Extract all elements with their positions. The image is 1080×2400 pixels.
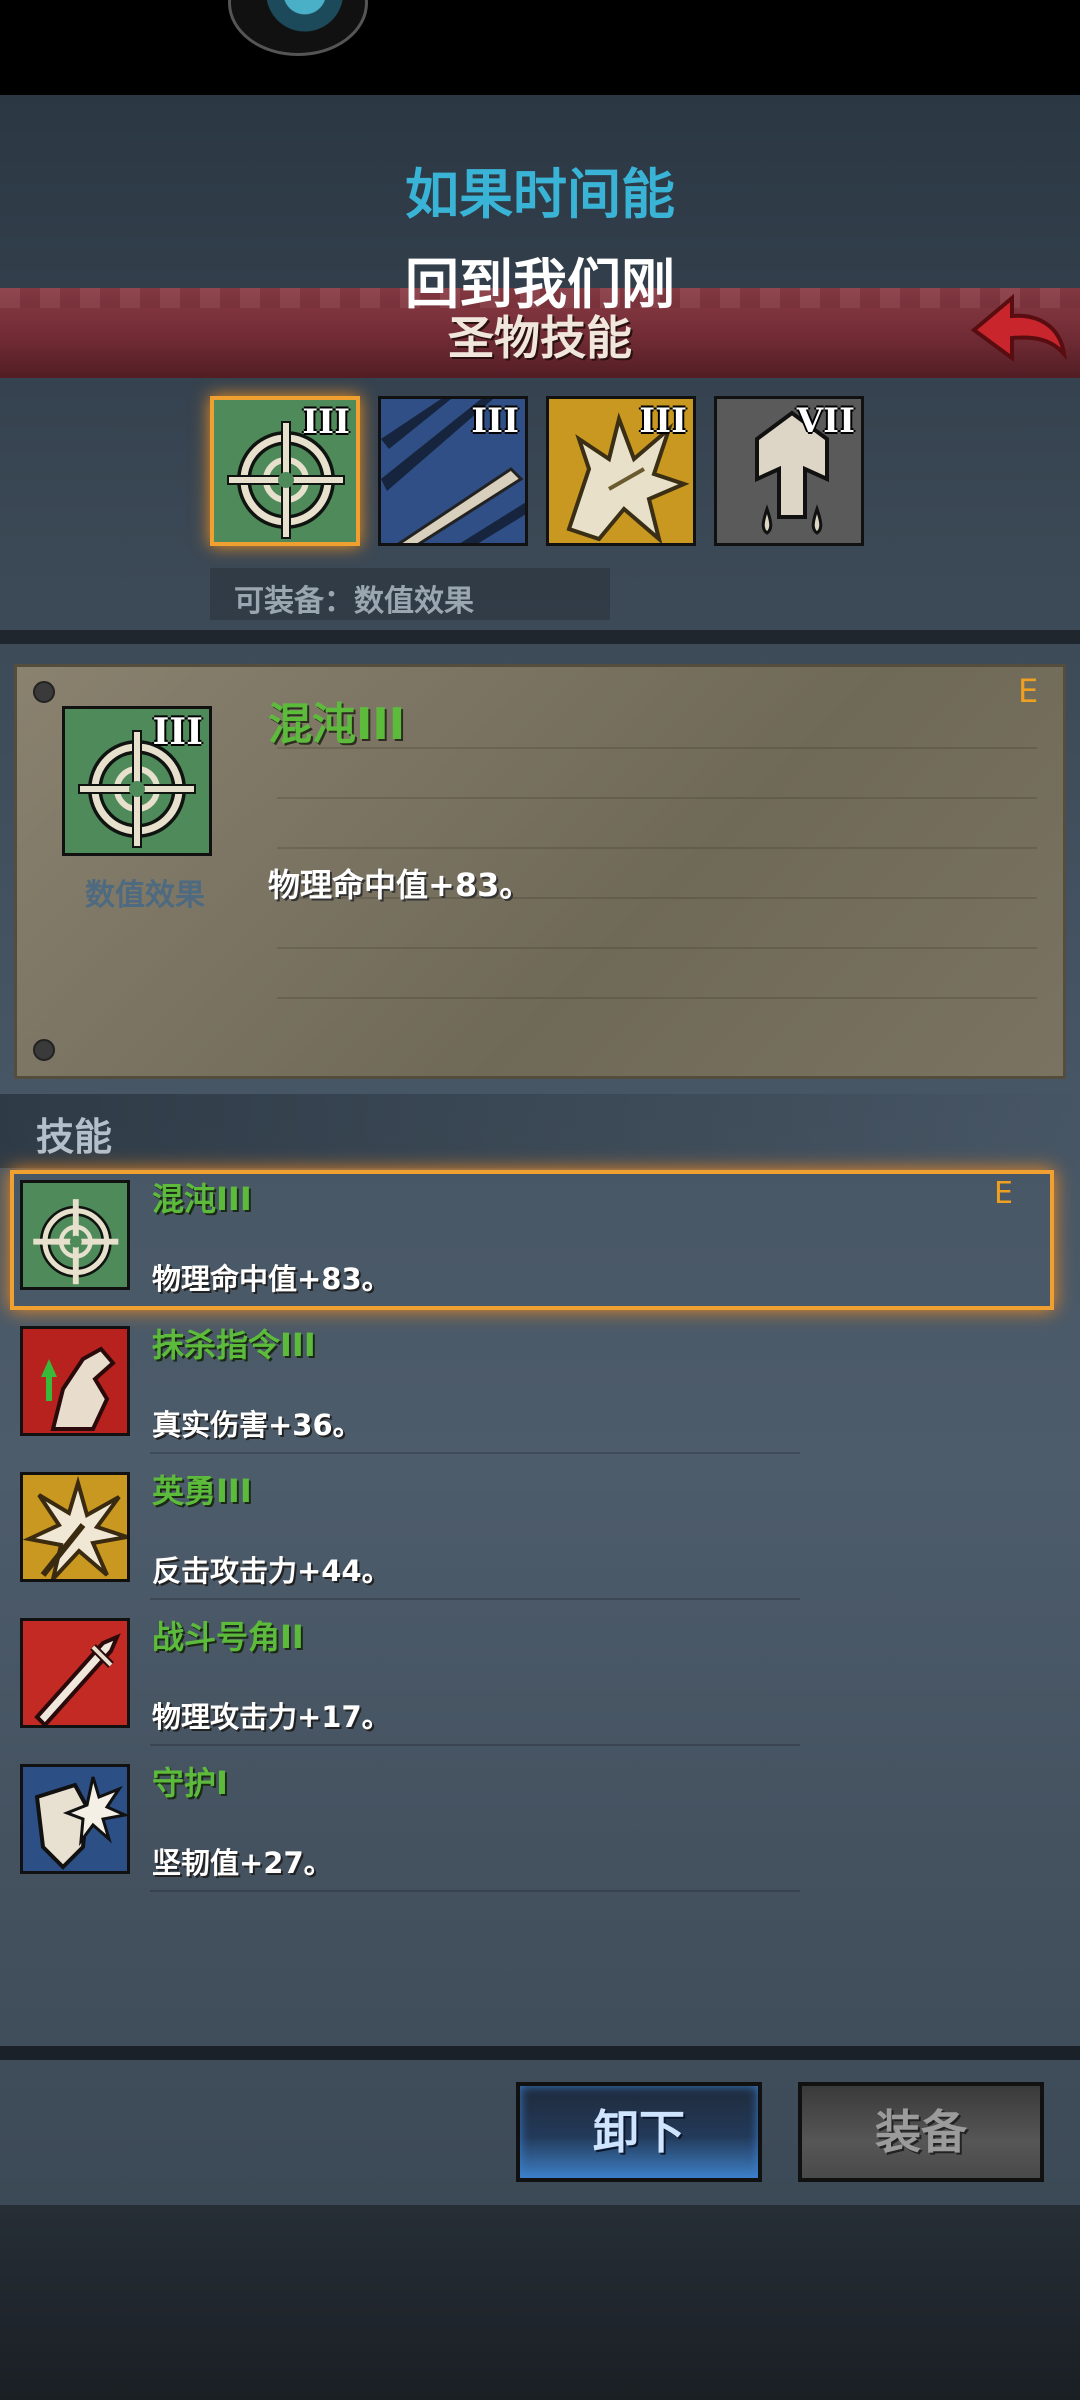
bottom-area [0,2205,1080,2400]
tab-roman: VII [796,401,855,441]
tab-beast-claw[interactable]: III [546,396,696,546]
skill-row[interactable]: 守护I 坚韧值+27。 [0,1754,1080,1894]
skill-icon [20,1764,130,1874]
tab-roman: III [471,401,519,441]
tab-roman: III [639,401,687,441]
skill-desc: 物理命中值+83。 [152,1262,391,1296]
equip-hint: 可装备：数值效果 [234,584,474,619]
tab-crosshair[interactable]: III [210,396,360,546]
equip-hint-bar: 可装备：数值效果 [210,568,610,620]
detail-type: 数值效果 [85,878,205,913]
equipped-badge: E [994,1176,1013,1211]
skill-icon [20,1618,130,1728]
burst-icon [23,1475,127,1579]
equip-button[interactable]: 装备 [798,2082,1044,2182]
skills-header-label: 技能 [36,1115,113,1159]
equipped-badge: E [1018,672,1039,710]
unequip-button[interactable]: 卸下 [516,2082,762,2182]
subtitle-line-1: 如果时间能 [405,163,675,226]
tab-axe-drop[interactable]: VII [714,396,864,546]
arm-up-icon [41,1346,116,1431]
skill-desc: 坚韧值+27。 [152,1846,333,1880]
avatar[interactable] [228,0,368,56]
page-title: 圣物技能 [448,311,632,365]
skill-row[interactable]: 混沌III 物理命中值+83。 E [10,1170,1054,1310]
skill-name: 守护I [152,1764,228,1802]
divider [0,630,1080,644]
back-arrow-icon[interactable] [968,292,1068,370]
tab-roman: III [302,402,350,442]
skill-icon [20,1180,130,1290]
crosshair-icon [33,1199,119,1285]
detail-roman: III [152,711,203,753]
skill-icon [20,1326,130,1436]
skill-name: 英勇III [152,1472,252,1510]
detail-name: 混沌III [268,699,406,750]
skill-name: 混沌III [152,1180,252,1218]
status-top-area [0,0,1080,95]
tab-claw-slash[interactable]: III [378,396,528,546]
shield-burst-icon [34,1776,127,1870]
skill-row[interactable]: 英勇III 反击攻击力+44。 [0,1462,1080,1602]
skills-header: 技能 [0,1094,1080,1168]
skill-desc: 物理攻击力+17。 [152,1700,391,1734]
skill-row[interactable]: 抹杀指令III 真实伤害+36。 [0,1316,1080,1456]
skill-desc: 真实伤害+36。 [152,1408,362,1442]
sword-icon [34,1633,121,1725]
skill-name: 抹杀指令III [152,1326,316,1364]
skill-icon [20,1472,130,1582]
relic-tabs: III III III VII [210,396,870,550]
skill-desc: 反击攻击力+44。 [152,1554,391,1588]
skill-row[interactable]: 战斗号角II 物理攻击力+17。 [0,1608,1080,1748]
detail-skill-icon: III [62,706,212,856]
detail-description: 物理命中值+83。 [268,866,532,904]
skill-name: 战斗号角II [152,1618,304,1656]
footer-divider [0,2046,1080,2060]
